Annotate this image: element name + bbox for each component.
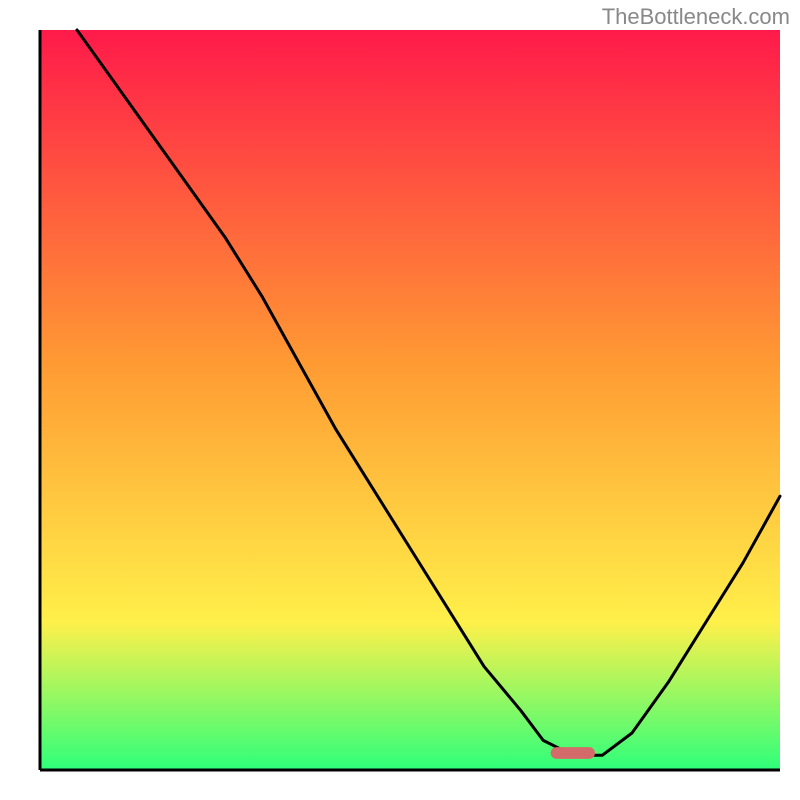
min-marker — [551, 747, 595, 759]
chart-container: TheBottleneck.com — [0, 0, 800, 800]
plot-background — [40, 30, 780, 770]
bottleneck-chart — [0, 0, 800, 800]
watermark-text: TheBottleneck.com — [602, 4, 790, 30]
